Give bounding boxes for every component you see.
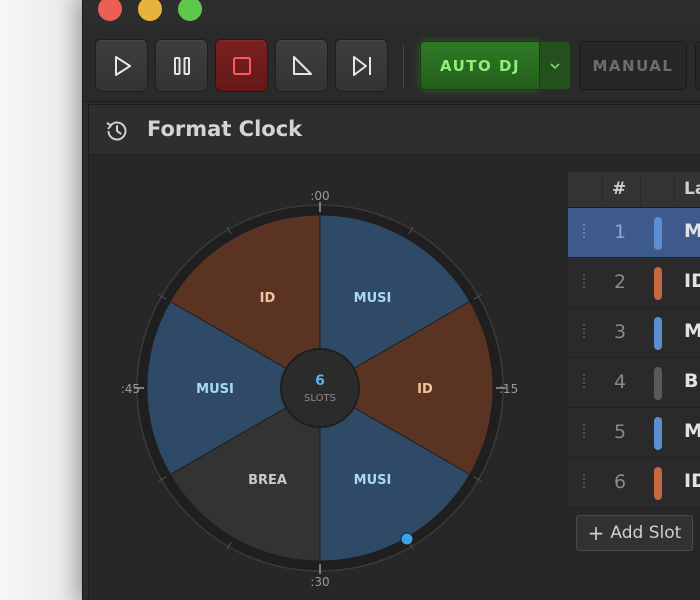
table-row[interactable]: 3M (568, 308, 700, 358)
auto-dj-dropdown-button[interactable] (539, 41, 571, 90)
add-slot-label: Add Slot (610, 523, 682, 543)
skip-next-icon (352, 55, 371, 76)
pause-button[interactable] (155, 39, 208, 92)
tick-label-30: :30 (310, 575, 329, 589)
tick-label-00: :00 (310, 189, 329, 203)
toolbar-overflow-button[interactable] (695, 41, 700, 90)
minimize-window-button[interactable] (138, 0, 162, 21)
slot-color-swatch (654, 417, 662, 450)
slot-label: ID (684, 470, 700, 492)
column-divider (674, 172, 675, 208)
tick-label-15: :15 (499, 382, 518, 396)
slot-color-swatch (654, 367, 662, 400)
table-row[interactable]: 5M (568, 408, 700, 458)
column-divider (602, 172, 603, 208)
slot-color-swatch (654, 317, 662, 350)
table-row[interactable]: 4 Br (568, 358, 700, 408)
skip-next-button[interactable] (335, 39, 388, 92)
clock-segment-label: ID (417, 382, 433, 397)
stop-icon (232, 56, 251, 75)
clock-segment-label: ID (260, 291, 276, 306)
drag-handle-icon[interactable] (582, 474, 586, 492)
add-slot-button[interactable]: + Add Slot (576, 515, 693, 551)
format-clock-wheel[interactable]: MUSI ID MUSI BREA MUSI ID 6 SLOTS :00 :15 :30… (110, 180, 530, 600)
panel-header: Format Clock (89, 105, 700, 155)
drag-handle-icon[interactable] (582, 424, 586, 442)
row-number: 2 (613, 271, 627, 293)
fade-button[interactable] (275, 39, 328, 92)
table-row[interactable]: 6 ID (568, 458, 700, 508)
pause-icon (173, 56, 190, 75)
stop-button[interactable] (215, 39, 268, 92)
clock-segment-label: MUSI (196, 382, 234, 397)
plus-icon: + (587, 521, 605, 545)
play-button[interactable] (95, 39, 148, 92)
clock-segment-label: MUSI (354, 291, 392, 306)
slot-label: M (684, 420, 700, 442)
slot-label: ID (684, 270, 700, 292)
panel-title: Format Clock (147, 117, 303, 141)
drag-handle-icon[interactable] (582, 324, 586, 342)
slot-count-caption: SLOTS (304, 393, 336, 404)
slot-label: Br (684, 370, 700, 392)
auto-dj-button[interactable]: AUTO DJ (420, 41, 540, 90)
row-number: 4 (613, 371, 627, 393)
play-icon (114, 55, 131, 76)
slot-color-swatch (654, 217, 662, 250)
row-number: 6 (613, 471, 627, 493)
clock-segment-label: MUSI (354, 473, 392, 488)
slot-count: 6 (315, 373, 325, 389)
drag-handle-icon[interactable] (582, 274, 586, 292)
column-header-label[interactable]: La (684, 179, 700, 199)
slot-table: # La 1M2ID3M4Br5M6ID (568, 172, 700, 572)
drag-handle-icon[interactable] (582, 374, 586, 392)
title-bar (83, 0, 700, 24)
column-divider (640, 172, 641, 208)
clock-segment-label: BREA (248, 473, 287, 488)
slot-color-swatch (654, 267, 662, 300)
slot-color-swatch (654, 467, 662, 500)
manual-mode-button[interactable]: MANUAL (579, 41, 687, 90)
tick-label-45: :45 (121, 382, 140, 396)
row-number: 3 (613, 321, 627, 343)
row-number: 5 (613, 421, 627, 443)
column-header-number[interactable]: # (612, 179, 626, 199)
table-header: # La (568, 172, 700, 208)
close-window-button[interactable] (98, 0, 122, 21)
desktop-background (0, 0, 82, 600)
table-row[interactable]: 2 ID (568, 258, 700, 308)
history-icon (106, 121, 127, 141)
playhead-marker[interactable] (400, 532, 414, 546)
slot-label: M (684, 220, 700, 242)
fade-ramp-icon (292, 55, 312, 75)
chevron-down-icon (550, 62, 560, 69)
drag-handle-icon[interactable] (582, 224, 586, 242)
toolbar-separator (403, 44, 404, 88)
transport-toolbar: AUTO DJ MANUAL (83, 28, 700, 102)
row-number: 1 (613, 221, 627, 243)
slot-label: M (684, 320, 700, 342)
table-row[interactable]: 1M (568, 208, 700, 258)
zoom-window-button[interactable] (178, 0, 202, 21)
